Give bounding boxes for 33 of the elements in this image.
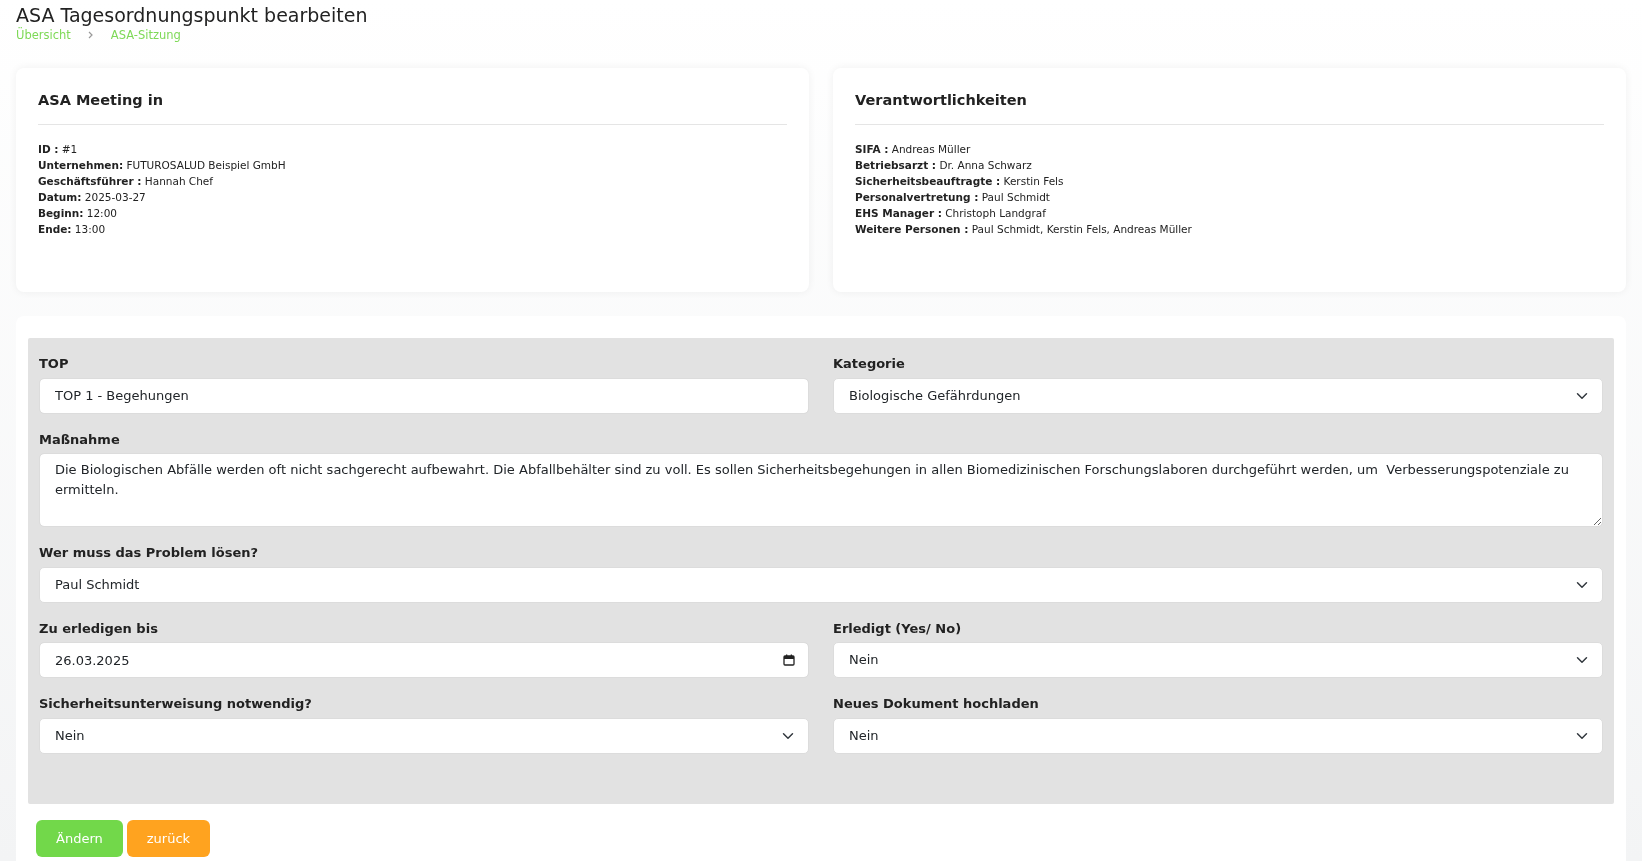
field-label: Wer muss das Problem lösen? — [39, 544, 260, 563]
card-title: ASA Meeting in — [38, 90, 787, 125]
info-line: SIFA : Andreas Müller — [855, 141, 972, 157]
field-label: Maßnahme — [39, 430, 121, 449]
text-area[interactable]: Die Biologischen Abfälle werden oft nicht sachgerecht aufbewahrt. Die Abfallbehälter sind zu voll. Es sollen Sicherheitsbegehungen in allen Biomedizinischen Forschungslaboren durchgeführt werden, um Verbesserungspotenziale zu ermitteln. — [39, 453, 1603, 528]
select-field[interactable]: Nein — [833, 717, 1603, 754]
text-field[interactable]: TOP 1 - Begehungen — [39, 377, 809, 414]
field-label: Neues Dokument hochladen — [833, 695, 1040, 714]
card-title: Verantwortlichkeiten — [855, 90, 1604, 125]
info-line: Betriebsarzt : Dr. Anna Schwarz — [855, 157, 1033, 173]
field-label: Sicherheitsunterweisung notwendig? — [39, 695, 313, 714]
info-line: Ende: 13:00 — [38, 221, 107, 237]
info-line: Sicherheitsbeauftragte : Kerstin Fels — [855, 173, 1065, 189]
info-line: EHS Manager : Christoph Landgraf — [855, 205, 1047, 221]
calendar-icon[interactable] — [783, 654, 795, 667]
info-line: ID : #1 — [38, 141, 79, 157]
field-label: Erledigt (Yes/ No) — [833, 619, 963, 638]
field-label: Kategorie — [833, 355, 906, 374]
select-field[interactable]: Nein — [833, 642, 1603, 679]
field-label: Zu erledigen bis — [39, 619, 159, 638]
field-label: TOP — [39, 355, 70, 374]
date-field[interactable]: 26.03.2025 — [39, 642, 809, 679]
select-field[interactable]: Nein — [39, 717, 809, 754]
info-line: Geschäftsführer : Hannah Chef — [38, 173, 214, 189]
info-line: Weitere Personen : Paul Schmidt, Kerstin Fels, Andreas Müller — [855, 221, 1193, 237]
info-line: Beginn: 12:00 — [38, 205, 118, 221]
page-title: ASA Tagesordnungspunkt bearbeiten — [16, 4, 369, 27]
select-field[interactable]: Biologische Gefährdungen — [833, 377, 1603, 414]
info-line: Unternehmen: FUTUROSALUD Beispiel GmbH — [38, 157, 287, 173]
select-field[interactable]: Paul Schmidt — [39, 566, 1603, 603]
info-line: Personalvertretung : Paul Schmidt — [855, 189, 1051, 205]
info-line: Datum: 2025-03-27 — [38, 189, 147, 205]
chevron-icon — [86, 31, 95, 40]
